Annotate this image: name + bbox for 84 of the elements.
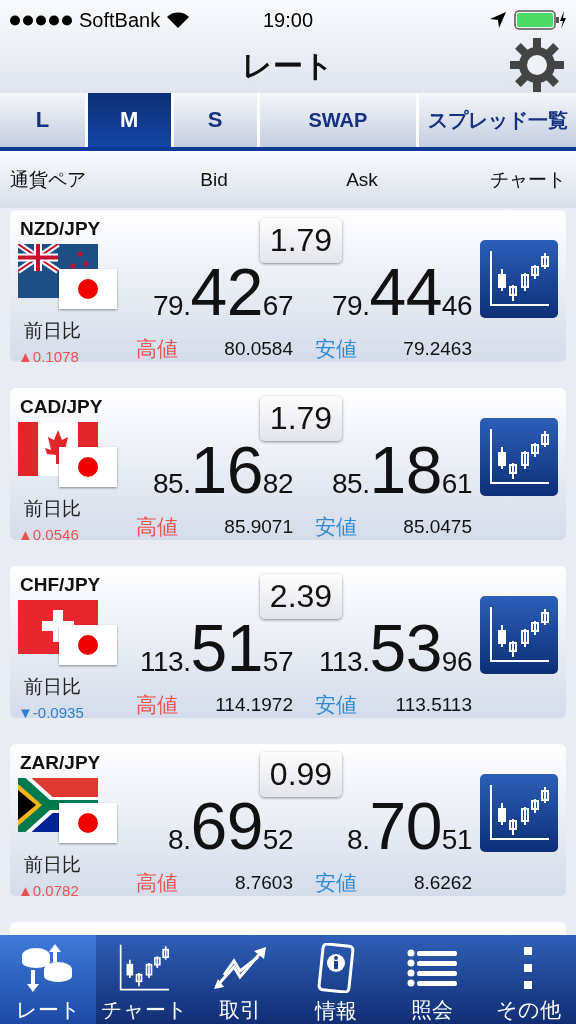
battery-icon (514, 10, 566, 30)
spread-value: 0.99 (259, 752, 343, 797)
rate-card[interactable]: CAD/JPY 前日比 ▲0.0546 1.79 85.1682 85.1861 高値 85.9071 安値 85.0475 (10, 388, 566, 540)
nav-tab[interactable]: 照会 (384, 935, 480, 1024)
nav-tab[interactable]: 情報 (288, 935, 384, 1024)
list-icon (407, 947, 457, 988)
tab[interactable]: M (87, 93, 171, 147)
low-value: 85.0475 (403, 516, 472, 538)
more-icon (522, 946, 534, 989)
bid-price[interactable]: 8.6952 (168, 797, 301, 869)
nav-tab[interactable]: 取引 (192, 935, 288, 1024)
rate-card[interactable]: ZAR/JPY 前日比 ▲0.0782 0.99 8.6952 8.7051 高値 8.7603 安値 8.6262 (10, 744, 566, 896)
candlestick-chart-icon (489, 251, 549, 307)
column-header: Ask (346, 168, 378, 191)
bid-price[interactable]: 79.4267 (153, 263, 301, 335)
currency-pair: NZD/JPY (20, 218, 101, 240)
chart-button[interactable] (480, 774, 558, 852)
japan-flag-icon (59, 447, 117, 487)
column-header: チャート (490, 167, 566, 192)
japan-flag-icon (59, 625, 117, 665)
low-label: 安値 (315, 870, 357, 896)
spread-value: 1.79 (259, 396, 343, 441)
low-value: 79.2463 (403, 338, 472, 360)
clock-time: 19:00 (262, 8, 314, 32)
high-value: 8.7603 (234, 872, 293, 894)
currency-pair: CAD/JPY (20, 396, 103, 418)
high-value: 114.1972 (215, 694, 293, 716)
column-header: Bid (200, 168, 228, 191)
spread-value: 1.79 (259, 218, 343, 263)
change-label: 前日比 (24, 853, 81, 877)
rate-card[interactable]: NZD/JPY 前日比 ▲0.1078 1.79 79.4267 79.4446 高値 80.0584 安値 79.2463 (10, 210, 566, 362)
low-value: 113.5113 (395, 694, 472, 716)
bid-price[interactable]: 113.5157 (140, 619, 301, 691)
candlestick-chart-icon (489, 607, 549, 663)
chart-button[interactable] (480, 418, 558, 496)
trend-arrows-icon (212, 944, 268, 991)
tab[interactable]: S (173, 93, 257, 147)
currency-pair: ZAR/JPY (20, 752, 101, 774)
nav-tab[interactable]: チャート (96, 935, 192, 1024)
change-value: ▲0.0782 (18, 882, 79, 899)
high-value: 85.9071 (224, 516, 293, 538)
change-value: ▼-0.0935 (18, 704, 84, 721)
wifi-icon (167, 12, 190, 28)
spread-value: 2.39 (259, 574, 343, 619)
candlestick-chart-icon (119, 943, 169, 992)
change-value: ▲0.1078 (18, 348, 79, 365)
candlestick-chart-icon (489, 429, 549, 485)
change-label: 前日比 (24, 319, 81, 343)
ask-price[interactable]: 8.7051 (347, 797, 480, 869)
screen-title: レート (242, 48, 334, 84)
tab[interactable]: SWAP (259, 93, 417, 147)
nav-tab[interactable]: レート (0, 935, 96, 1024)
low-label: 安値 (315, 336, 357, 362)
high-label: 高値 (136, 870, 178, 896)
low-label: 安値 (315, 692, 357, 718)
change-value: ▲0.0546 (18, 526, 79, 543)
settings-icon[interactable] (508, 36, 566, 94)
ask-price[interactable]: 113.5396 (319, 619, 480, 691)
tab[interactable]: スプレッド一覧 (419, 93, 576, 147)
japan-flag-icon (59, 803, 117, 843)
bid-price[interactable]: 85.1682 (153, 441, 301, 513)
high-label: 高値 (136, 692, 178, 718)
chart-button[interactable] (480, 596, 558, 674)
japan-flag-icon (59, 269, 117, 309)
currency-pair: CHF/JPY (20, 574, 101, 596)
column-header: 通貨ペア (10, 167, 86, 192)
ask-price[interactable]: 79.4446 (332, 263, 480, 335)
ask-price[interactable]: 85.1861 (332, 441, 480, 513)
signal-icon (10, 14, 72, 26)
carrier-name: SoftBank (79, 8, 161, 32)
rate-card[interactable]: CHF/JPY 前日比 ▼-0.0935 2.39 113.5157 113.5396 高値 114.1972 安値 113.5113 (10, 566, 566, 718)
tab[interactable]: L (0, 93, 85, 147)
high-label: 高値 (136, 336, 178, 362)
high-value: 80.0584 (224, 338, 293, 360)
low-value: 8.6262 (413, 872, 472, 894)
tablet-info-icon (317, 943, 355, 993)
change-label: 前日比 (24, 497, 81, 521)
low-label: 安値 (315, 514, 357, 540)
chart-button[interactable] (480, 240, 558, 318)
high-label: 高値 (136, 514, 178, 540)
change-label: 前日比 (24, 675, 81, 699)
nav-tab[interactable]: その他 (480, 935, 576, 1024)
location-icon (490, 12, 506, 28)
candlestick-chart-icon (489, 785, 549, 841)
